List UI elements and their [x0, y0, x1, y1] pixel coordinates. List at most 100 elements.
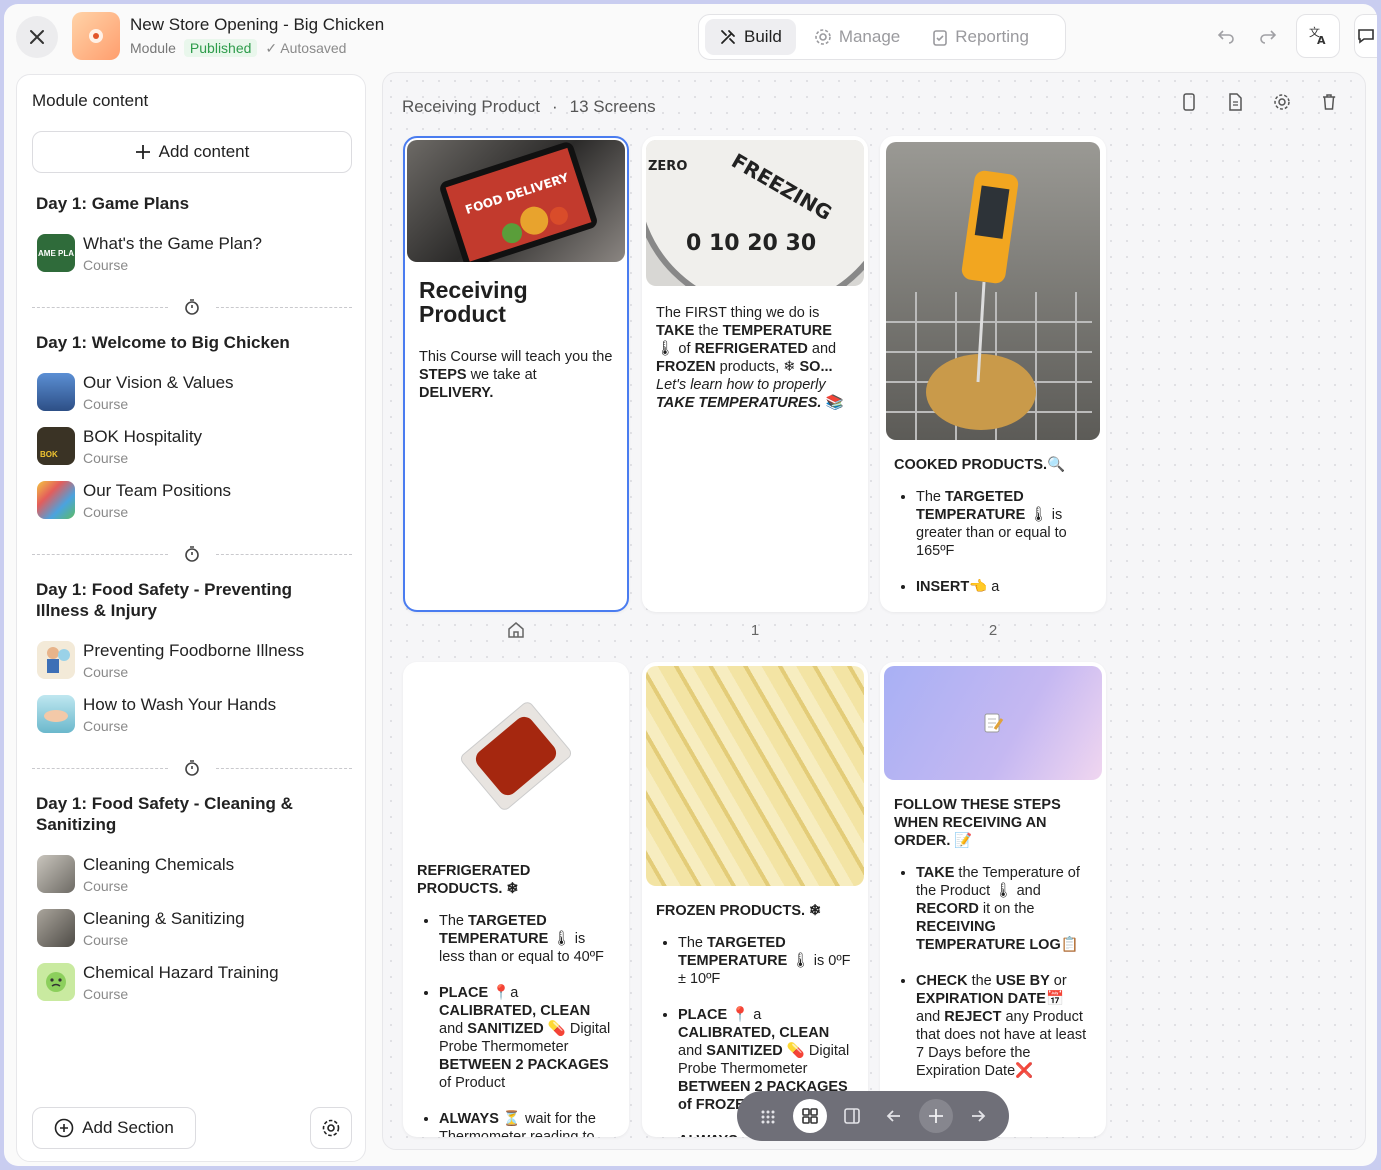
bullet-item: PLACE 📍a CALIBRATED, CLEAN and SANITIZED…	[439, 984, 615, 1092]
screen-card[interactable]: FOLLOW THESE STEPS WHEN RECEIVING AN ORD…	[880, 662, 1106, 1137]
list-item[interactable]: Our Team Positions Course	[32, 473, 352, 527]
item-type: Course	[83, 877, 129, 894]
previous-button[interactable]	[877, 1099, 911, 1133]
tab-manage[interactable]: Manage	[800, 19, 914, 55]
tab-reporting[interactable]: Reporting	[918, 19, 1043, 55]
undo-button[interactable]	[1212, 22, 1240, 50]
translate-icon: 文A	[1309, 25, 1326, 47]
grid-view-button[interactable]	[793, 1099, 827, 1133]
list-item[interactable]: How to Wash Your Hands Course	[32, 687, 352, 741]
list-item[interactable]: Preventing Foodborne Illness Course	[32, 633, 352, 687]
timer-icon[interactable]	[184, 545, 200, 563]
course-thumbnail: AME PLA	[37, 234, 75, 272]
gear-icon[interactable]	[1273, 93, 1291, 111]
screen-card[interactable]: FREEZING 0 10 20 30 ZERO The FIRST thing w…	[642, 136, 868, 612]
tab-build[interactable]: Build	[705, 19, 796, 55]
card-heading: COOKED PRODUCTS.🔍	[894, 457, 1066, 473]
bullet-list: The TARGETED TEMPERATURE 🌡 is greater th…	[894, 488, 1092, 596]
status-badge: Published	[183, 39, 258, 57]
card-content: REFRIGERATED PRODUCTS. ❄ The TARGETED TE…	[403, 850, 629, 1137]
section-title[interactable]: Day 1: Food Safety - Cleaning & Sanitizi…	[36, 793, 348, 835]
section-list: Day 1: Game Plans AME PLA What's the Gam…	[32, 183, 352, 1009]
phone-icon[interactable]	[1181, 93, 1197, 111]
plus-icon	[929, 1109, 943, 1123]
panel-view-button[interactable]	[835, 1099, 869, 1133]
list-item[interactable]: Our Vision & Values Course	[32, 365, 352, 419]
app-window: New Store Opening - Big Chicken Module P…	[4, 4, 1377, 1166]
bullet-list: The TARGETED TEMPERATURE 🌡 is less than …	[417, 912, 615, 1137]
item-name: Cleaning & Sanitizing	[83, 908, 245, 928]
add-screen-button[interactable]	[919, 1099, 953, 1133]
drag-handle-button[interactable]	[751, 1099, 785, 1133]
item-name: Our Vision & Values	[83, 372, 234, 392]
section-title[interactable]: Day 1: Food Safety - Preventing Illness …	[36, 579, 348, 621]
item-type: Course	[83, 931, 129, 948]
food-delivery-image: FOOD DELIVERY	[407, 140, 625, 262]
separator: ·	[551, 97, 558, 116]
close-icon	[30, 30, 44, 44]
add-section-button[interactable]: Add Section	[32, 1107, 196, 1149]
course-thumbnail: BOK	[37, 427, 75, 465]
list-item[interactable]: BOK BOK Hospitality Course	[32, 419, 352, 473]
sauce-packet-icon	[460, 702, 572, 810]
trash-icon[interactable]	[1321, 93, 1337, 111]
sidebar-settings-button[interactable]	[310, 1107, 352, 1149]
chef-illustration-icon	[47, 647, 70, 673]
translate-button[interactable]: 文A	[1296, 14, 1340, 58]
course-title: Receiving Product	[402, 97, 540, 116]
screen-card[interactable]: REFRIGERATED PRODUCTS. ❄ The TARGETED TE…	[403, 662, 629, 1137]
timer-icon[interactable]	[184, 298, 200, 316]
list-item[interactable]: Cleaning & Sanitizing Course	[32, 901, 352, 955]
sidebar-footer: Add Section	[32, 1107, 352, 1149]
card-label[interactable]: 2	[880, 622, 1106, 639]
course-thumbnail	[37, 373, 75, 411]
list-item[interactable]: AME PLA What's the Game Plan? Course	[32, 226, 352, 280]
bullet-list: TAKE the Temperature of the Product 🌡 an…	[894, 864, 1092, 1080]
screens-canvas: Receiving Product · 13 Screens FOOD DELI…	[382, 72, 1366, 1150]
mode-tabs: Build Manage Reporting	[698, 14, 1066, 60]
course-thumbnail	[37, 481, 75, 519]
probe-thermometer-icon	[886, 170, 1092, 440]
add-content-label: Add content	[158, 142, 250, 161]
course-thumbnail	[37, 909, 75, 947]
screen-count: 13 Screens	[569, 97, 656, 116]
comments-button[interactable]	[1354, 14, 1377, 58]
screen-card[interactable]: COOKED PRODUCTS.🔍 The TARGETED TEMPERATU…	[880, 136, 1106, 612]
chicken-probe-image	[886, 142, 1100, 440]
item-name: BOK Hospitality	[83, 426, 203, 446]
module-title-block: New Store Opening - Big Chicken Module P…	[130, 15, 384, 57]
card-body: This Course will teach you the STEPS we …	[419, 349, 613, 401]
card-heading: FROZEN PRODUCTS. ❄	[656, 903, 822, 919]
gear-icon	[815, 29, 831, 45]
tab-build-label: Build	[744, 27, 782, 46]
card-content: COOKED PRODUCTS.🔍 The TARGETED TEMPERATU…	[880, 446, 1106, 612]
list-item[interactable]: Chemical Hazard Training Course	[32, 955, 352, 1009]
document-icon[interactable]	[1227, 93, 1243, 111]
panel-icon	[844, 1108, 860, 1124]
list-item[interactable]: Cleaning Chemicals Course	[32, 847, 352, 901]
redo-button[interactable]	[1254, 22, 1282, 50]
canvas-header: Receiving Product · 13 Screens	[402, 97, 656, 117]
screen-card[interactable]: FROZEN PRODUCTS. ❄ The TARGETED TEMPERAT…	[642, 662, 868, 1137]
screen-card[interactable]: FOOD DELIVERY Receiving Product This Cou…	[403, 136, 629, 612]
item-type: Course	[83, 985, 129, 1002]
arrow-left-icon	[886, 1110, 900, 1122]
section-divider	[32, 759, 352, 777]
course-thumbnail	[37, 855, 75, 893]
course-thumbnail	[37, 695, 75, 733]
next-button[interactable]	[961, 1099, 995, 1133]
arrow-right-icon	[972, 1110, 986, 1122]
card-label[interactable]: 1	[642, 622, 868, 639]
section-title[interactable]: Day 1: Game Plans	[36, 193, 348, 214]
item-type: Course	[83, 503, 129, 520]
gear-icon	[322, 1119, 340, 1137]
add-content-button[interactable]: Add content	[32, 131, 352, 173]
card-heading: FOLLOW THESE STEPS WHEN RECEIVING AN ORD…	[894, 797, 1061, 849]
section-title[interactable]: Day 1: Welcome to Big Chicken	[36, 332, 348, 353]
course-thumbnail	[37, 641, 75, 679]
card-content: The FIRST thing we do is TAKE the TEMPER…	[642, 290, 868, 422]
timer-icon[interactable]	[184, 759, 200, 777]
close-button[interactable]	[16, 16, 58, 58]
sick-face-icon	[46, 972, 66, 992]
card-label[interactable]	[403, 621, 629, 643]
